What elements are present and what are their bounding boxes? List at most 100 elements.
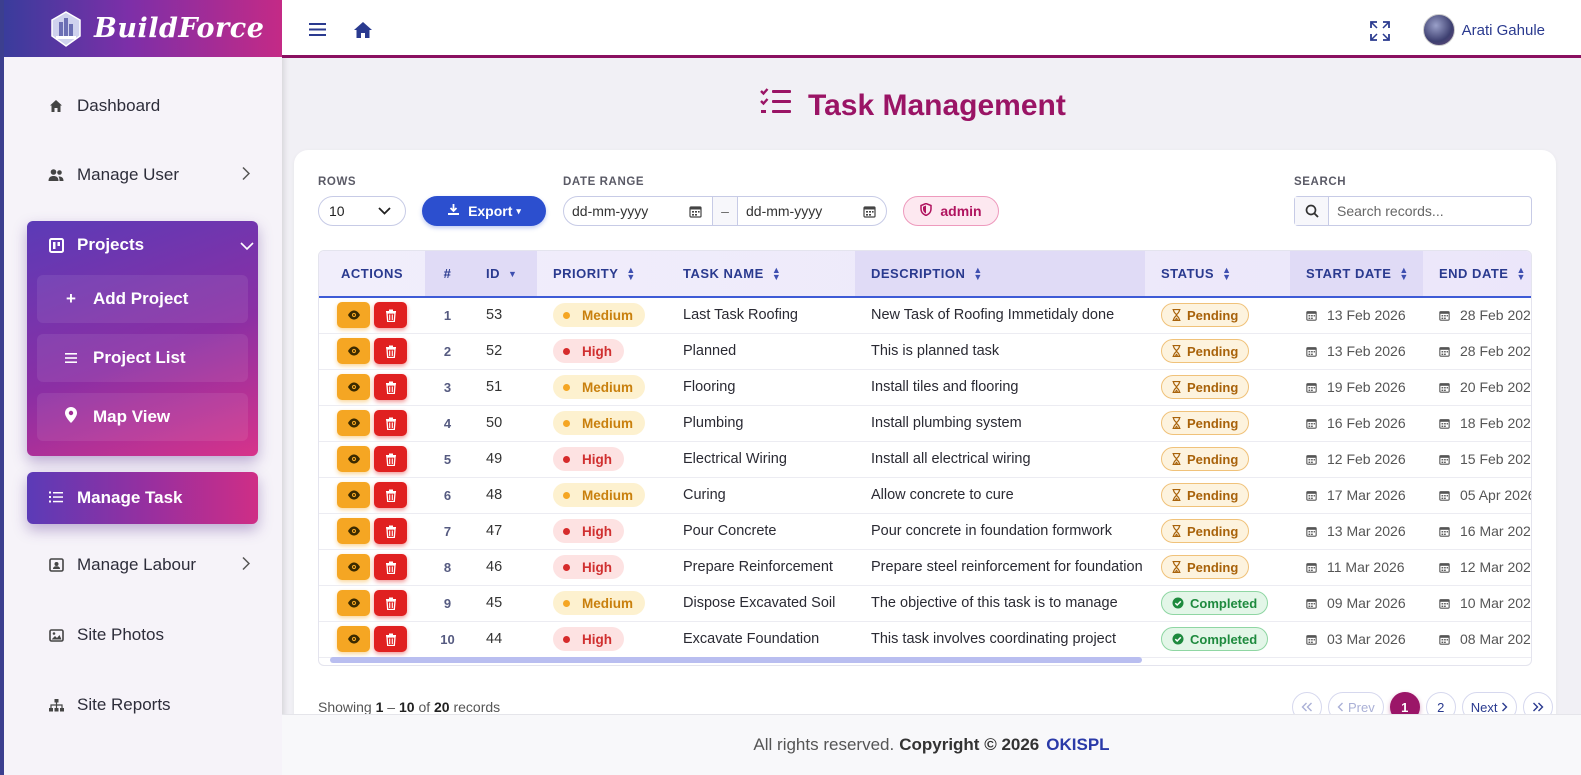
date-from-field[interactable]: dd-mm-yyyy	[564, 197, 712, 225]
row-task-name: Prepare Reinforcement	[683, 559, 833, 575]
row-number: 4	[443, 415, 452, 431]
sidebar-item-site-reports[interactable]: Site Reports	[24, 677, 258, 733]
calendar-icon	[1439, 452, 1450, 468]
row-number: 7	[443, 523, 452, 539]
status-label: Pending	[1187, 343, 1239, 359]
col-header-description[interactable]: DESCRIPTION ▲ ▼	[855, 251, 1145, 298]
view-button[interactable]	[337, 338, 370, 364]
page-title-text: Task Management	[808, 89, 1066, 122]
horizontal-scrollbar[interactable]	[320, 657, 1530, 663]
delete-button[interactable]	[374, 518, 407, 544]
status-badge: Pending	[1161, 303, 1250, 328]
col-header-end-date[interactable]: END DATE ▲ ▼	[1423, 251, 1531, 298]
row-end-date: 28 Feb 2026	[1423, 297, 1531, 333]
calendar-icon	[1306, 344, 1317, 360]
delete-button[interactable]	[374, 482, 407, 508]
trash-icon	[374, 626, 407, 652]
search-input[interactable]	[1329, 203, 1531, 219]
col-header-task-name[interactable]: TASK NAME ▲ ▼	[667, 251, 855, 298]
col-header-id[interactable]: ID ▼	[470, 251, 537, 298]
row-number: 10	[440, 631, 455, 647]
date-to-field[interactable]: dd-mm-yyyy	[738, 197, 886, 225]
col-header-priority[interactable]: PRIORITY ▲ ▼	[537, 251, 667, 298]
sidebar-item-projects[interactable]: Projects	[27, 221, 258, 269]
calendar-icon	[1439, 380, 1450, 396]
search-icon[interactable]	[1295, 197, 1329, 225]
row-start-date: 13 Feb 2026	[1290, 297, 1423, 333]
export-button[interactable]: Export ▾	[422, 196, 546, 226]
sidebar-item-manage-labour[interactable]: Manage Labour	[24, 537, 258, 593]
sidebar-subitem-add-project[interactable]: + Add Project	[37, 275, 248, 323]
sort-icon: ▲ ▼	[1516, 265, 1526, 283]
calendar-icon	[1439, 488, 1450, 504]
col-header-start-date[interactable]: START DATE ▲ ▼	[1290, 251, 1423, 298]
end-date-value: 05 Apr 2026	[1460, 486, 1532, 503]
sidebar-item-site-photos[interactable]: Site Photos	[24, 607, 258, 663]
view-button[interactable]	[337, 446, 370, 472]
calendar-icon	[1439, 596, 1450, 612]
delete-button[interactable]	[374, 302, 407, 329]
view-button[interactable]	[337, 374, 370, 400]
delete-button[interactable]	[374, 626, 407, 652]
delete-button[interactable]	[374, 446, 407, 472]
row-id: 44	[486, 631, 503, 647]
sidebar-subitem-map-view[interactable]: Map View	[37, 393, 248, 441]
eye-icon	[337, 374, 370, 400]
view-button[interactable]	[337, 482, 370, 508]
view-button[interactable]	[337, 518, 370, 544]
sidebar-item-label: Site Photos	[77, 625, 164, 644]
rows-per-page-select[interactable]: 10	[318, 196, 406, 226]
delete-button[interactable]	[374, 338, 407, 364]
delete-button[interactable]	[374, 374, 407, 400]
eye-icon	[337, 626, 370, 652]
view-button[interactable]	[337, 302, 370, 329]
calendar-icon[interactable]	[863, 205, 876, 221]
hourglass-icon	[1172, 561, 1181, 573]
summary-dash: –	[387, 699, 396, 715]
table-row: 3 51 Medium Flooring Install tiles and floor…	[319, 369, 1531, 405]
row-number: 5	[443, 451, 452, 467]
view-button[interactable]	[337, 590, 370, 616]
view-button[interactable]	[337, 626, 370, 652]
calendar-icon[interactable]	[689, 205, 702, 221]
calendar-icon	[1439, 308, 1450, 324]
footer-org-link[interactable]: OKISPL	[1046, 735, 1109, 755]
sidebar-item-dashboard[interactable]: Dashboard	[24, 78, 258, 134]
sort-icon: ▲ ▼	[1222, 265, 1232, 283]
sidebar-item-manage-user[interactable]: Manage User	[24, 147, 258, 203]
calendar-icon	[1306, 488, 1317, 504]
view-button[interactable]	[337, 410, 370, 436]
delete-button[interactable]	[374, 590, 407, 616]
page-title: Task Management	[760, 88, 1066, 124]
col-header-status[interactable]: STATUS ▲ ▼	[1145, 251, 1290, 298]
rows-select-value: 10	[329, 203, 345, 219]
trash-icon	[374, 302, 407, 328]
date-range-label: DATE RANGE	[563, 176, 645, 188]
caret-down-icon: ▾	[516, 205, 521, 216]
status-badge: Pending	[1161, 411, 1250, 435]
delete-button[interactable]	[374, 554, 407, 580]
scrollbar-thumb[interactable]	[330, 657, 1142, 663]
row-number: 6	[443, 487, 452, 503]
sidebar-item-manage-task[interactable]: Manage Task	[27, 472, 258, 524]
fullscreen-expand-icon[interactable]	[1369, 20, 1391, 42]
hamburger-menu-icon[interactable]	[308, 20, 330, 42]
delete-button[interactable]	[374, 410, 407, 436]
sidebar-subitem-project-list[interactable]: Project List	[37, 334, 248, 382]
status-badge: Pending	[1161, 519, 1250, 543]
row-status: Pending	[1145, 549, 1290, 585]
user-menu[interactable]: Arati Gahule	[1422, 14, 1545, 46]
date-from-placeholder: dd-mm-yyyy	[572, 203, 649, 219]
view-button[interactable]	[337, 554, 370, 580]
row-status: Completed	[1145, 585, 1290, 621]
calendar-icon	[1306, 452, 1317, 468]
row-actions	[319, 621, 425, 657]
rows-label: ROWS	[318, 176, 357, 188]
list-lines-icon	[63, 348, 79, 368]
col-header-status-label: STATUS	[1161, 265, 1215, 281]
row-end-date: 10 Mar 2026	[1423, 585, 1531, 621]
end-date-value: 28 Feb 2026	[1460, 342, 1532, 359]
home-icon[interactable]	[353, 21, 375, 43]
brand-header[interactable]: BuildForce	[4, 0, 282, 57]
sidebar-item-label: Manage Labour	[77, 555, 197, 574]
